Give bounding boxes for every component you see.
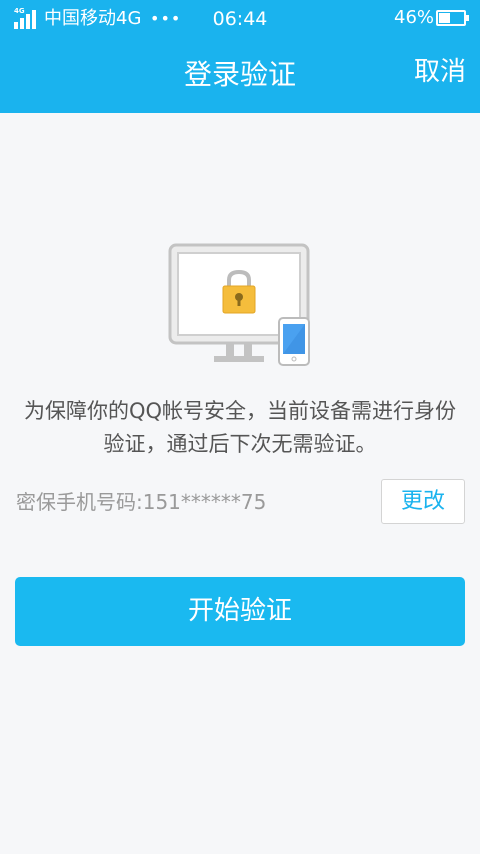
battery-icon: [436, 10, 469, 26]
monitor-lock-phone-icon: [168, 243, 313, 367]
status-bar: 4G 中国移动4G ••• 06:44 46%: [0, 0, 480, 38]
battery-percent: 46%: [394, 7, 435, 28]
top-bar: 4G 中国移动4G ••• 06:44 46% 登录验证 取消: [0, 0, 480, 113]
start-verification-button[interactable]: 开始验证: [15, 577, 465, 646]
page-title: 登录验证: [183, 58, 296, 91]
verification-description: 为保障你的QQ帐号安全，当前设备需进行身份验证，通过后下次无需验证。: [23, 399, 457, 456]
change-phone-button[interactable]: 更改: [381, 479, 465, 524]
security-phone-number: 密保手机号码:151******75: [16, 490, 267, 514]
battery-fill: [439, 13, 451, 23]
cancel-button[interactable]: 取消: [414, 54, 466, 90]
